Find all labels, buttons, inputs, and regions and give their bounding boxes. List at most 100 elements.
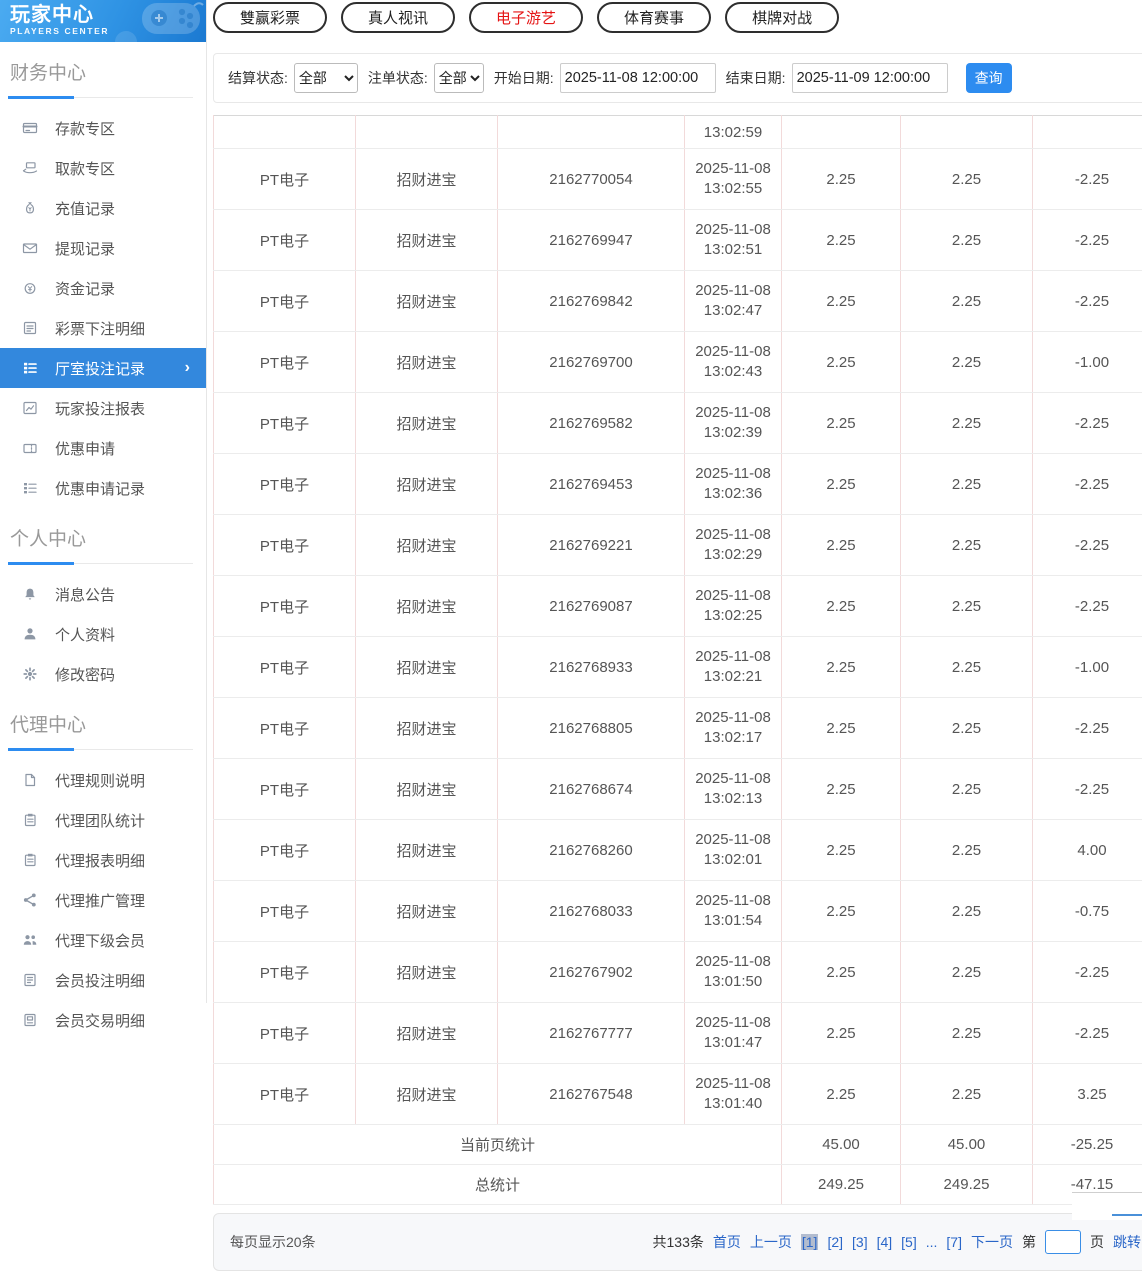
game-tab[interactable]: 雙赢彩票 (213, 2, 327, 33)
total-stats-label: 总统计 (214, 1165, 782, 1205)
pagination-link[interactable]: 下一页 (971, 1232, 1013, 1252)
cell-game: 招财进宝 (356, 942, 498, 1003)
end-date-label: 结束日期: (726, 68, 786, 88)
pagination: 共133条 首页上一页[1][2][3][4][5]...[7]下一页 第 页 … (653, 1230, 1142, 1254)
pagination-link[interactable]: 首页 (713, 1232, 741, 1252)
cell-win-loss: -2.25 (1033, 942, 1142, 1003)
sidebar-item-recharge-record[interactable]: 充值记录 (0, 188, 206, 228)
sidebar-item-withdrawal-record[interactable]: 提现记录 (0, 228, 206, 268)
sidebar-item-team-stats[interactable]: 代理团队统计 (0, 800, 206, 840)
table-row: PT电子招财进宝21627677772025-11-0813:01:472.25… (214, 1003, 1142, 1064)
player-report-icon (22, 400, 38, 416)
cell-bet-amount: 2.25 (782, 210, 901, 271)
jump-go-button[interactable]: 跳转 (1113, 1232, 1141, 1252)
cell-order-no: 2162767902 (498, 942, 685, 1003)
cell-bet-time: 13:02:59 (685, 116, 782, 149)
sidebar-item-label: 优惠申请记录 (55, 478, 145, 499)
cell-win-loss: -2.25 (1033, 454, 1142, 515)
sidebar-item-gear[interactable]: 修改密码 (0, 654, 206, 694)
order-status-select[interactable]: 全部 (434, 63, 484, 93)
sidebar-item-hall-bet-record[interactable]: 厅室投注记录› (0, 348, 206, 388)
sidebar-item-member-bet[interactable]: 会员投注明细 (0, 960, 206, 1000)
cell-game: 招财进宝 (356, 332, 498, 393)
cell-platform: PT电子 (214, 149, 356, 210)
order-status-label: 注单状态: (368, 68, 428, 88)
cell-order-no: 2162768933 (498, 637, 685, 698)
cell-bet-amount: 2.25 (782, 637, 901, 698)
table-row: PT电子招财进宝21627675482025-11-0813:01:402.25… (214, 1064, 1142, 1125)
cell-valid-amount: 2.25 (901, 393, 1033, 454)
section-heading-label: 代理中心 (10, 710, 193, 737)
jump-page-input[interactable] (1045, 1230, 1081, 1254)
table-row: PT电子招财进宝21627690872025-11-0813:02:252.25… (214, 576, 1142, 637)
sidebar-item-funds-record[interactable]: 资金记录 (0, 268, 206, 308)
settle-status-select[interactable]: 全部 (294, 63, 358, 93)
sidebar-item-member-trans[interactable]: 会员交易明细 (0, 1000, 206, 1040)
cell-bet-amount (782, 116, 901, 149)
section-heading-label: 个人中心 (10, 524, 193, 551)
cell-platform: PT电子 (214, 454, 356, 515)
sidebar-item-player-report[interactable]: 玩家投注报表 (0, 388, 206, 428)
end-date-input[interactable] (792, 63, 948, 93)
cell-bet-amount: 2.25 (782, 820, 901, 881)
cell-platform: PT电子 (214, 515, 356, 576)
sidebar-item-label: 会员投注明细 (55, 970, 145, 991)
per-page-label: 每页显示20条 (230, 1232, 316, 1252)
cell-order-no: 2162769087 (498, 576, 685, 637)
table-row: PT电子招财进宝21627699472025-11-0813:02:512.25… (214, 210, 1142, 271)
cell-valid-amount: 2.25 (901, 149, 1033, 210)
search-button[interactable]: 查询 (966, 63, 1012, 93)
cell-bet-amount: 2.25 (782, 271, 901, 332)
cell-valid-amount: 2.25 (901, 210, 1033, 271)
sidebar-item-bell[interactable]: 消息公告 (0, 574, 206, 614)
sidebar-item-report-detail[interactable]: 代理报表明细 (0, 840, 206, 880)
cell-game: 招财进宝 (356, 454, 498, 515)
sidebar-item-label: 资金记录 (55, 278, 115, 299)
sidebar-item-deposit[interactable]: 存款专区 (0, 108, 206, 148)
pagination-current-page[interactable]: [1] (801, 1234, 819, 1250)
cell-valid-amount: 2.25 (901, 698, 1033, 759)
cell-valid-amount: 2.25 (901, 820, 1033, 881)
sidebar-item-user[interactable]: 个人资料 (0, 614, 206, 654)
pagination-link[interactable]: [4] (877, 1234, 893, 1250)
sidebar-item-share[interactable]: 代理推广管理 (0, 880, 206, 920)
game-tab[interactable]: 电子游艺 (469, 2, 583, 33)
sidebar-item-promo-record[interactable]: 优惠申请记录 (0, 468, 206, 508)
game-tab[interactable]: 真人视讯 (341, 2, 455, 33)
table-row: PT电子招财进宝21627680332025-11-0813:01:542.25… (214, 881, 1142, 942)
cell-game: 招财进宝 (356, 1064, 498, 1125)
sidebar-item-promo-apply[interactable]: 优惠申请 (0, 428, 206, 468)
pagination-link[interactable]: 上一页 (750, 1232, 792, 1252)
sidebar-item-lottery-detail[interactable]: 彩票下注明细 (0, 308, 206, 348)
pagination-link[interactable]: [7] (946, 1234, 962, 1250)
cell-order-no: 2162768260 (498, 820, 685, 881)
table-row: PT电子招财进宝21627695822025-11-0813:02:392.25… (214, 393, 1142, 454)
cell-bet-time: 2025-11-0813:02:43 (685, 332, 782, 393)
cell-platform: PT电子 (214, 210, 356, 271)
sidebar-item-withdraw[interactable]: 取款专区 (0, 148, 206, 188)
pagination-link[interactable]: [3] (852, 1234, 868, 1250)
sidebar-item-document[interactable]: 代理规则说明 (0, 760, 206, 800)
game-tab[interactable]: 体育赛事 (597, 2, 711, 33)
cell-bet-time: 2025-11-0813:01:50 (685, 942, 782, 1003)
cell-valid-amount: 2.25 (901, 637, 1033, 698)
sidebar-item-label: 代理下级会员 (55, 930, 145, 951)
table-row: PT电子招财进宝21627682602025-11-0813:02:012.25… (214, 820, 1142, 881)
sidebar-item-members[interactable]: 代理下级会员 (0, 920, 206, 960)
section-accent-bar (8, 96, 74, 99)
cell-bet-amount: 2.25 (782, 1003, 901, 1064)
cell-order-no: 2162768033 (498, 881, 685, 942)
cell-game: 招财进宝 (356, 698, 498, 759)
cell-game: 招财进宝 (356, 576, 498, 637)
cell-order-no: 2162767777 (498, 1003, 685, 1064)
page-stats-valid: 45.00 (901, 1125, 1033, 1165)
table-row: PT电子招财进宝21627679022025-11-0813:01:502.25… (214, 942, 1142, 1003)
sidebar-item-label: 提现记录 (55, 238, 115, 259)
pagination-link[interactable]: [2] (827, 1234, 843, 1250)
cell-order-no: 2162769842 (498, 271, 685, 332)
start-date-input[interactable] (560, 63, 716, 93)
cell-valid-amount: 2.25 (901, 576, 1033, 637)
total-stats-row: 总统计 249.25 249.25 -47.15 (214, 1165, 1142, 1205)
game-tab[interactable]: 棋牌对战 (725, 2, 839, 33)
pagination-link[interactable]: [5] (901, 1234, 917, 1250)
